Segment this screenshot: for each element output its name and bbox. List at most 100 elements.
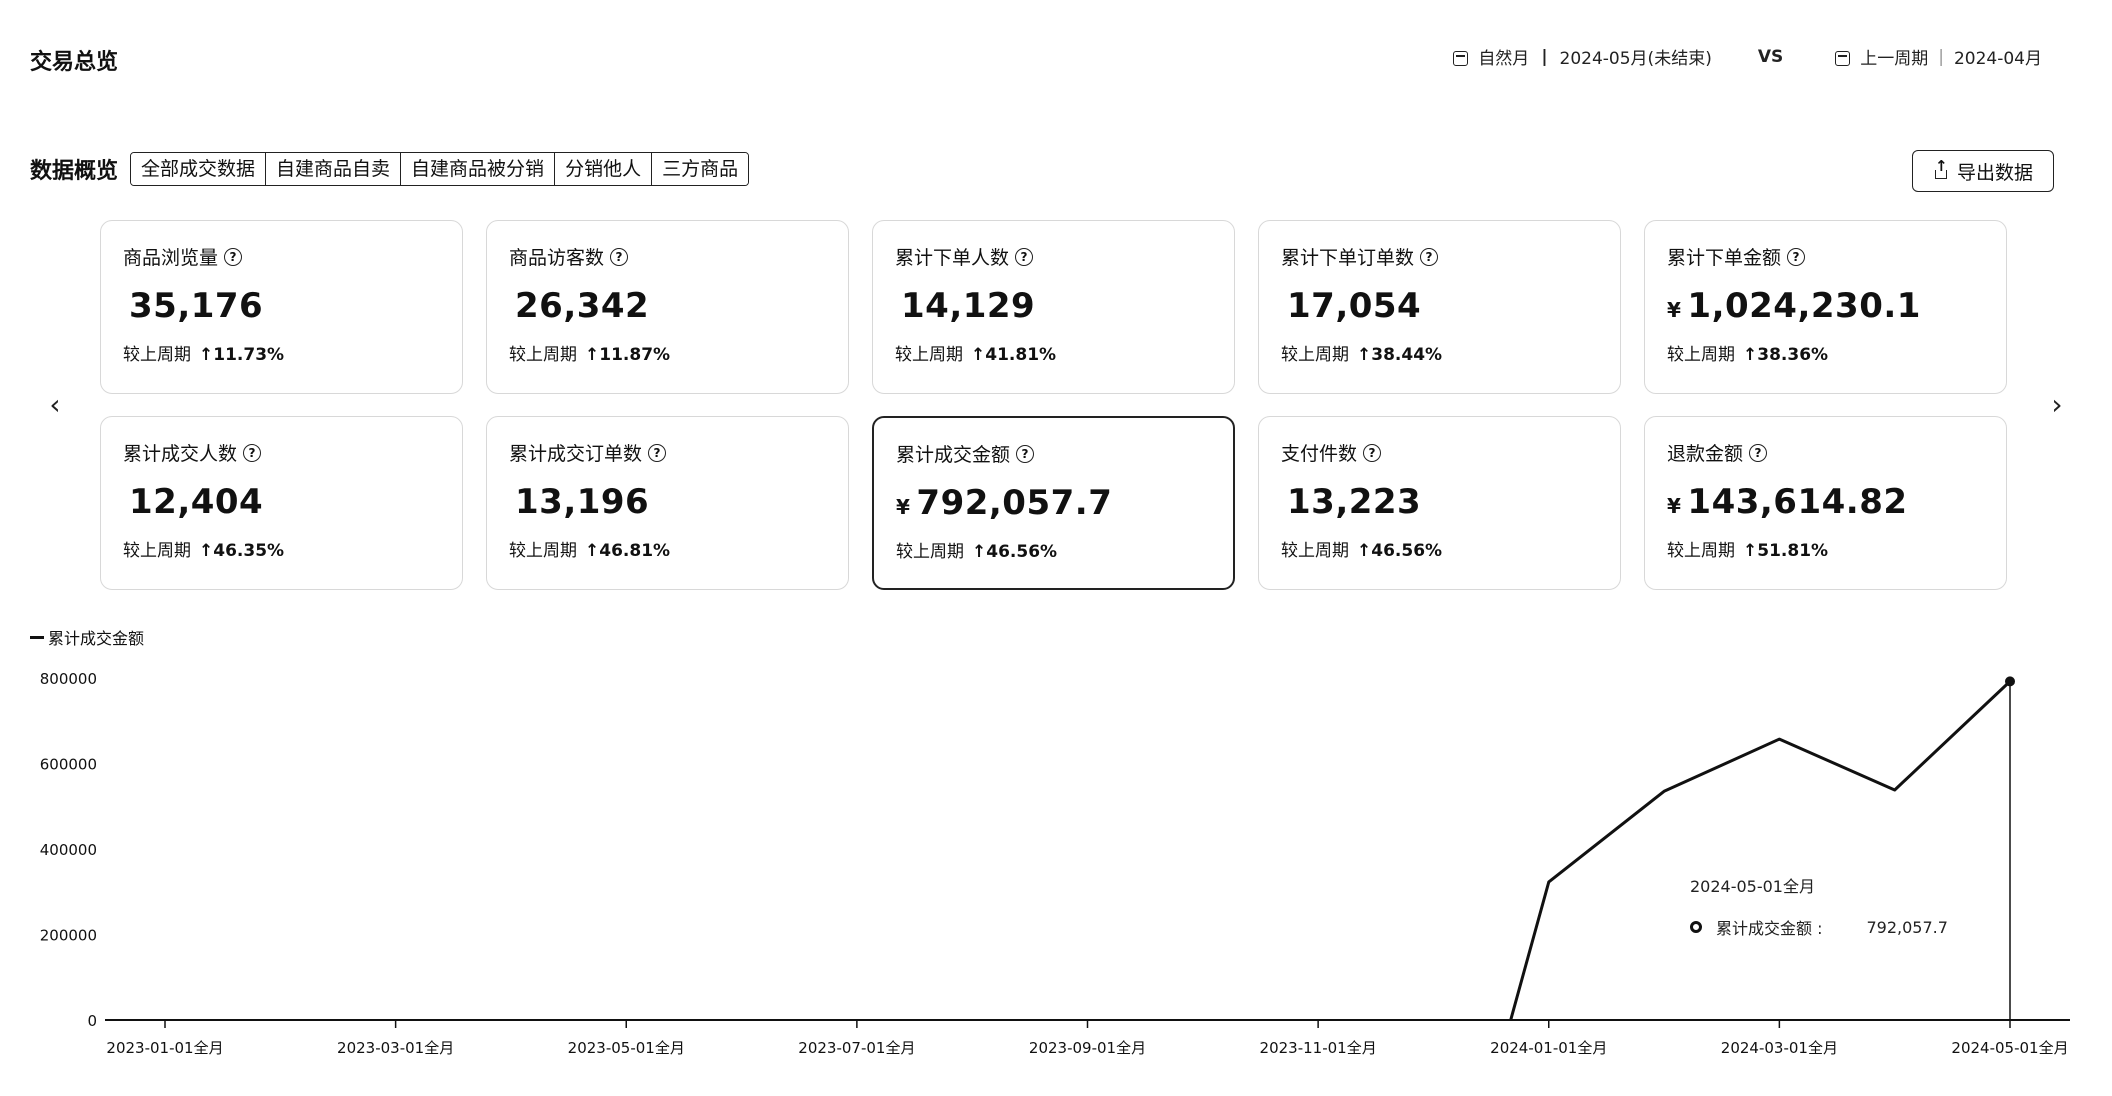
help-icon[interactable]: ? bbox=[1015, 247, 1034, 266]
help-icon[interactable]: ? bbox=[224, 247, 243, 266]
card-change: ↑11.87% bbox=[585, 345, 671, 365]
compare-label: 较上周期 bbox=[895, 345, 963, 365]
series-line bbox=[1509, 680, 2012, 1021]
card-value: 792,057.7 bbox=[916, 483, 1113, 523]
upload-icon bbox=[1933, 157, 1949, 179]
compare-label: 较上周期 bbox=[896, 542, 964, 562]
tab-all-deals[interactable]: 全部成交数据 bbox=[131, 153, 267, 185]
export-data-button[interactable]: 导出数据 bbox=[1911, 150, 2054, 192]
tab-self-built-self-sold[interactable]: 自建商品自卖 bbox=[266, 153, 402, 185]
line-chart[interactable]: 0 200000 400000 600000 800000 2023-01-01全月 202… bbox=[0, 615, 2112, 1096]
metric-card-deal-amount[interactable]: 累计成交金额? ¥792,057.7 较上周期 ↑46.56% bbox=[872, 416, 1235, 590]
compare-label: 较上周期 bbox=[1281, 541, 1349, 561]
period-type[interactable]: 自然月 bbox=[1478, 44, 1529, 69]
metric-card-paid-items[interactable]: 支付件数? 13,223 较上周期 ↑46.56% bbox=[1258, 416, 1621, 590]
help-icon[interactable]: ? bbox=[243, 443, 262, 462]
calendar-icon bbox=[1453, 51, 1469, 66]
help-icon[interactable]: ? bbox=[1787, 247, 1806, 266]
x-tick-label: 2023-09-01全月 bbox=[1029, 1039, 1146, 1057]
metric-card-order-buyers[interactable]: 累计下单人数? 14,129 较上周期 ↑41.81% bbox=[872, 220, 1235, 394]
card-value: 12,404 bbox=[129, 482, 264, 522]
card-label: 累计成交订单数 bbox=[509, 443, 643, 465]
x-tick-label: 2024-03-01全月 bbox=[1721, 1039, 1838, 1057]
help-icon[interactable]: ? bbox=[610, 247, 629, 266]
card-value: 13,223 bbox=[1287, 482, 1422, 522]
card-value: 1,024,230.1 bbox=[1687, 286, 1921, 326]
metric-card-deal-buyers[interactable]: 累计成交人数? 12,404 较上周期 ↑46.35% bbox=[100, 416, 463, 590]
chevron-right-icon[interactable]: › bbox=[2042, 388, 2072, 421]
compare-type[interactable]: 上一周期 bbox=[1860, 44, 1928, 69]
tooltip-label: 累计成交金额 : bbox=[1716, 919, 1823, 938]
metric-cards: 商品浏览量? 35,176 较上周期 ↑11.73% 商品访客数? 26,342 … bbox=[100, 220, 2010, 590]
tab-third-party[interactable]: 三方商品 bbox=[652, 153, 749, 185]
metric-card-page-views[interactable]: 商品浏览量? 35,176 较上周期 ↑11.73% bbox=[100, 220, 463, 394]
card-value: 26,342 bbox=[515, 286, 650, 326]
card-change: ↑41.81% bbox=[971, 345, 1057, 365]
chevron-left-icon[interactable]: ‹ bbox=[40, 388, 70, 421]
card-value: 17,054 bbox=[1287, 286, 1422, 326]
compare-divider: | bbox=[1938, 46, 1944, 67]
card-change: ↑46.81% bbox=[585, 541, 671, 561]
x-tick-label: 2024-05-01全月 bbox=[1951, 1039, 2068, 1057]
metric-card-deal-orders[interactable]: 累计成交订单数? 13,196 较上周期 ↑46.81% bbox=[486, 416, 849, 590]
metric-card-visitors[interactable]: 商品访客数? 26,342 较上周期 ↑11.87% bbox=[486, 220, 849, 394]
card-change: ↑46.56% bbox=[972, 542, 1058, 562]
period-divider: | bbox=[1541, 46, 1548, 67]
currency-symbol: ¥ bbox=[1667, 298, 1682, 322]
tooltip-marker bbox=[1690, 921, 1702, 933]
y-tick-label: 400000 bbox=[40, 841, 97, 859]
tab-self-built-distributed[interactable]: 自建商品被分销 bbox=[401, 153, 556, 185]
compare-label: 较上周期 bbox=[123, 541, 191, 561]
x-tick-label: 2023-01-01全月 bbox=[106, 1039, 223, 1057]
metric-card-order-count[interactable]: 累计下单订单数? 17,054 较上周期 ↑38.44% bbox=[1258, 220, 1621, 394]
export-label: 导出数据 bbox=[1956, 161, 2033, 184]
legend-swatch bbox=[30, 635, 44, 639]
trend-chart: 0 200000 400000 600000 800000 2023-01-01全月 202… bbox=[0, 615, 2112, 1096]
compare-label: 较上周期 bbox=[509, 345, 577, 365]
card-change: ↑46.35% bbox=[199, 541, 285, 561]
card-value: 35,176 bbox=[129, 286, 264, 326]
y-tick-label: 0 bbox=[87, 1012, 97, 1030]
help-icon[interactable]: ? bbox=[1749, 443, 1768, 462]
period-selector: 自然月 | 2024-05月(未结束) VS 上一周期 | 2024-04月 bbox=[1453, 44, 2042, 69]
card-label: 累计下单人数 bbox=[895, 247, 1010, 269]
overview-header: 数据概览 全部成交数据 自建商品自卖 自建商品被分销 分销他人 三方商品 bbox=[30, 152, 750, 186]
period-value[interactable]: 2024-05月(未结束) bbox=[1560, 44, 1712, 69]
card-value: 14,129 bbox=[901, 286, 1036, 326]
x-tick-label: 2023-07-01全月 bbox=[798, 1039, 915, 1057]
chart-legend[interactable]: 累计成交金额 bbox=[30, 625, 144, 649]
y-tick-label: 600000 bbox=[40, 756, 97, 774]
help-icon[interactable]: ? bbox=[1363, 443, 1382, 462]
metric-card-refund-amount[interactable]: 退款金额? ¥143,614.82 较上周期 ↑51.81% bbox=[1644, 416, 2007, 590]
card-change: ↑46.56% bbox=[1357, 541, 1443, 561]
data-point[interactable] bbox=[2005, 676, 2015, 687]
compare-label: 较上周期 bbox=[1281, 345, 1349, 365]
compare-value[interactable]: 2024-04月 bbox=[1954, 44, 2042, 69]
card-value: 13,196 bbox=[515, 482, 650, 522]
data-scope-tabs: 全部成交数据 自建商品自卖 自建商品被分销 分销他人 三方商品 bbox=[130, 152, 750, 186]
metric-card-order-amount[interactable]: 累计下单金额? ¥1,024,230.1 较上周期 ↑38.36% bbox=[1644, 220, 2007, 394]
section-title: 数据概览 bbox=[30, 159, 119, 184]
calendar-icon bbox=[1835, 51, 1851, 66]
x-tick-label: 2023-11-01全月 bbox=[1260, 1039, 1377, 1057]
tab-distribute-others[interactable]: 分销他人 bbox=[555, 153, 653, 185]
tooltip-value: 792,057.7 bbox=[1866, 917, 1948, 937]
card-label: 累计下单订单数 bbox=[1281, 247, 1415, 269]
help-icon[interactable]: ? bbox=[648, 443, 667, 462]
card-label: 商品浏览量 bbox=[123, 247, 219, 269]
legend-label: 累计成交金额 bbox=[48, 629, 145, 648]
card-label: 支付件数 bbox=[1281, 443, 1358, 465]
compare-label: 较上周期 bbox=[1667, 345, 1735, 365]
card-change: ↑38.44% bbox=[1357, 345, 1443, 365]
tooltip-title: 2024-05-01全月 bbox=[1690, 877, 1815, 896]
card-label: 商品访客数 bbox=[509, 247, 605, 269]
page-title: 交易总览 bbox=[30, 50, 119, 75]
vs-label: VS bbox=[1757, 46, 1784, 67]
compare-label: 较上周期 bbox=[123, 345, 191, 365]
x-tick-label: 2023-05-01全月 bbox=[568, 1039, 685, 1057]
chart-tooltip: 2024-05-01全月 累计成交金额 : 792,057.7 bbox=[1690, 873, 1948, 939]
help-icon[interactable]: ? bbox=[1016, 444, 1035, 463]
card-value: 143,614.82 bbox=[1687, 482, 1908, 522]
card-change: ↑51.81% bbox=[1743, 541, 1829, 561]
help-icon[interactable]: ? bbox=[1420, 247, 1439, 266]
